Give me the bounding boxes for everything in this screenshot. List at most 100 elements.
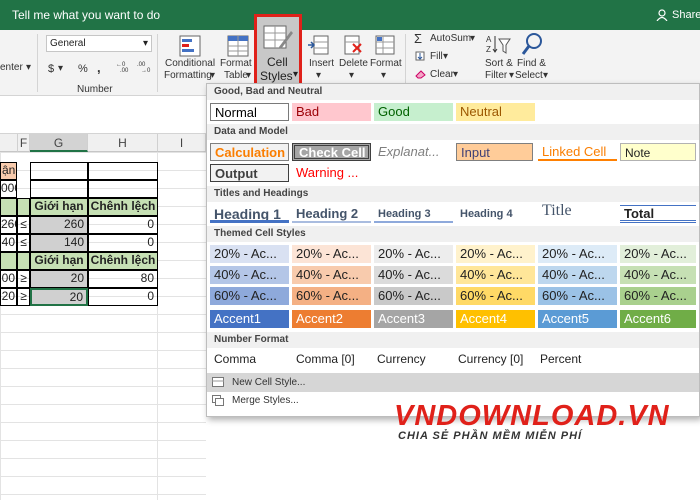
sort-filter-label-2[interactable]: Filter <box>485 70 507 81</box>
tell-me-search[interactable]: Tell me what you want to do <box>12 8 160 22</box>
chevron-down-icon[interactable]: ▾ <box>509 70 514 81</box>
style-normal[interactable]: Normal <box>210 103 289 121</box>
cell-f-row6[interactable] <box>17 252 30 270</box>
cell-e-row3[interactable] <box>0 198 17 216</box>
number-format-select[interactable]: General ▾ <box>46 35 152 52</box>
cell-h-row2[interactable] <box>88 180 158 198</box>
style-40-accent6[interactable]: 40% - Ac... <box>620 266 696 284</box>
style-currency-0[interactable]: Currency [0] <box>458 352 523 366</box>
conditional-formatting-label-2[interactable]: Formatting <box>164 70 212 81</box>
currency-format-button[interactable]: $ <box>48 63 54 75</box>
cell-f-row8[interactable]: ≥ <box>17 288 30 306</box>
cell-e-row6[interactable] <box>0 252 17 270</box>
cell-f-row3[interactable] <box>17 198 30 216</box>
column-header-h[interactable]: H <box>88 134 158 152</box>
style-20-accent4[interactable]: 20% - Ac... <box>456 245 535 263</box>
style-currency[interactable]: Currency <box>377 352 426 366</box>
style-60-accent6[interactable]: 60% - Ac... <box>620 287 696 305</box>
cell-h-row3[interactable]: Chênh lệch <box>88 198 158 216</box>
style-linked-cell[interactable]: Linked Cell <box>538 143 617 161</box>
cell-g-row7[interactable]: 20 <box>30 270 88 288</box>
chevron-down-icon[interactable]: ▾ <box>443 51 448 62</box>
chevron-down-icon[interactable]: ▾ <box>470 33 475 44</box>
format-as-table-label-2[interactable]: Table <box>224 70 248 81</box>
style-60-accent5[interactable]: 60% - Ac... <box>538 287 617 305</box>
sort-filter-label[interactable]: Sort & <box>485 58 513 69</box>
cell-h-row5[interactable]: 0 <box>88 234 158 252</box>
style-heading-4[interactable]: Heading 4 <box>456 205 535 223</box>
chevron-down-icon[interactable]: ▾ <box>58 63 63 74</box>
style-accent5[interactable]: Accent5 <box>538 310 617 328</box>
style-accent1[interactable]: Accent1 <box>210 310 289 328</box>
style-20-accent6[interactable]: 20% - Ac... <box>620 245 696 263</box>
chevron-down-icon[interactable]: ▾ <box>381 70 386 81</box>
column-header-g[interactable]: G <box>30 134 88 152</box>
cell-f-row7[interactable]: ≥ <box>17 270 30 288</box>
style-40-accent2[interactable]: 40% - Ac... <box>292 266 371 284</box>
decrease-decimal-icon[interactable]: .00→0 <box>137 59 153 73</box>
style-output[interactable]: Output <box>210 164 289 182</box>
style-40-accent1[interactable]: 40% - Ac... <box>210 266 289 284</box>
clear-button[interactable]: Clear <box>430 69 454 80</box>
style-accent6[interactable]: Accent6 <box>620 310 696 328</box>
cell-e-row5[interactable]: 40 <box>0 234 17 252</box>
fill-button[interactable]: Fill <box>430 51 443 62</box>
column-header-f[interactable]: F <box>18 134 30 152</box>
style-total[interactable]: Total <box>620 205 696 223</box>
find-select-label[interactable]: Find & <box>517 58 546 69</box>
style-60-accent3[interactable]: 60% - Ac... <box>374 287 453 305</box>
style-input[interactable]: Input <box>456 143 533 161</box>
cell-h-row6[interactable]: Chênh lệch <box>88 252 158 270</box>
cell-g-row1[interactable] <box>30 162 88 180</box>
cell-g-row2[interactable] <box>30 180 88 198</box>
cell-h-row1[interactable] <box>88 162 158 180</box>
chevron-down-icon[interactable]: ▾ <box>26 62 31 73</box>
style-40-accent4[interactable]: 40% - Ac... <box>456 266 535 284</box>
cell-g-row5[interactable]: 140 <box>30 234 88 252</box>
increase-decimal-icon[interactable]: ←0.00 <box>116 59 132 73</box>
style-warning[interactable]: Warning ... <box>292 164 371 182</box>
style-check-cell[interactable]: Check Cell <box>292 143 371 161</box>
style-heading-3[interactable]: Heading 3 <box>374 205 453 223</box>
cell-e-row1[interactable]: ận <box>0 162 17 180</box>
cell-h-row7[interactable]: 80 <box>88 270 158 288</box>
style-title[interactable]: Title <box>538 202 617 220</box>
chevron-down-icon[interactable]: ▾ <box>316 70 321 81</box>
column-header-i[interactable]: I <box>158 134 206 152</box>
percent-format-button[interactable]: % <box>78 63 88 75</box>
style-heading-1[interactable]: Heading 1 <box>210 205 289 223</box>
style-60-accent2[interactable]: 60% - Ac... <box>292 287 371 305</box>
style-percent[interactable]: Percent <box>540 352 581 366</box>
style-comma-0[interactable]: Comma [0] <box>296 352 355 366</box>
cell-f-row4[interactable]: ≤ <box>17 216 30 234</box>
cell-h-row4[interactable]: 0 <box>88 216 158 234</box>
chevron-down-icon[interactable]: ▾ <box>246 70 251 81</box>
chevron-down-icon[interactable]: ▾ <box>543 70 548 81</box>
style-20-accent3[interactable]: 20% - Ac... <box>374 245 453 263</box>
cell-g-row4[interactable]: 260 <box>30 216 88 234</box>
autosum-button[interactable]: AutoSum <box>430 33 471 44</box>
cell-e-row8[interactable]: 20 <box>0 288 17 306</box>
comma-format-button[interactable]: , <box>97 60 101 75</box>
column-header-e[interactable] <box>0 134 18 152</box>
conditional-formatting-label[interactable]: Conditional <box>165 58 215 69</box>
cell-g-row3[interactable]: Giới hạn <box>30 198 88 216</box>
style-bad[interactable]: Bad <box>292 103 371 121</box>
chevron-down-icon[interactable]: ▾ <box>453 69 458 80</box>
style-40-accent5[interactable]: 40% - Ac... <box>538 266 617 284</box>
style-20-accent5[interactable]: 20% - Ac... <box>538 245 617 263</box>
cell-e-row2[interactable]: 000 <box>0 180 17 198</box>
delete-button[interactable]: Delete <box>339 58 368 69</box>
cell-g-row8-selected[interactable]: 20 <box>30 288 88 306</box>
style-60-accent1[interactable]: 60% - Ac... <box>210 287 289 305</box>
style-60-accent4[interactable]: 60% - Ac... <box>456 287 535 305</box>
cell-g-row6[interactable]: Giới hạn <box>30 252 88 270</box>
format-button[interactable]: Format <box>370 58 402 69</box>
merge-center-button[interactable]: enter <box>0 62 23 73</box>
cell-h-row8[interactable]: 0 <box>88 288 158 306</box>
style-neutral[interactable]: Neutral <box>456 103 535 121</box>
cell-f-row5[interactable]: ≤ <box>17 234 30 252</box>
new-cell-style-item[interactable]: New Cell Style... <box>207 373 699 392</box>
share-button[interactable]: Share <box>672 9 700 21</box>
chevron-down-icon[interactable]: ▾ <box>210 70 215 81</box>
